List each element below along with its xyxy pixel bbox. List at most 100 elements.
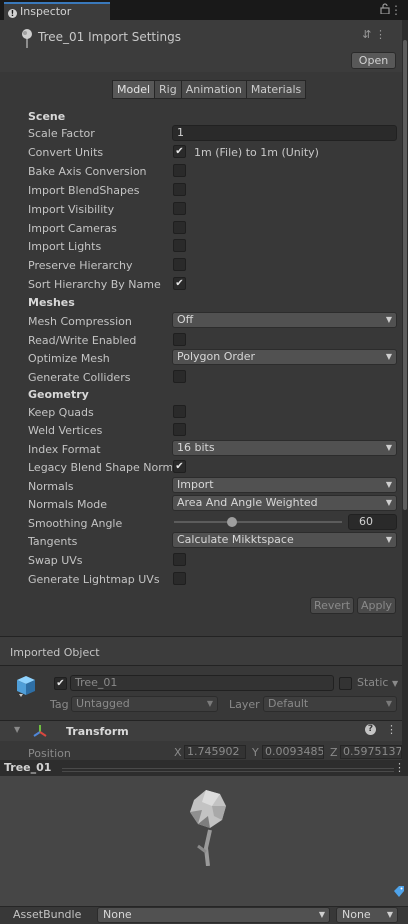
gameobject-name-field[interactable]: Tree_01 [70,675,334,691]
tree-model-preview [184,786,234,869]
read-write-label: Read/Write Enabled [28,334,137,347]
chevron-down-icon: ▼ [385,498,392,507]
lock-icon[interactable] [380,3,390,17]
smoothing-angle-label: Smoothing Angle [28,517,123,530]
chevron-down-icon: ▼ [386,910,393,919]
preview-drag-line [62,768,394,769]
preserve-hierarchy-checkbox[interactable] [173,258,186,271]
position-label: Position [28,747,71,760]
convert-units-label: Convert Units [28,146,104,159]
import-cameras-checkbox[interactable] [173,221,186,234]
assetbundle-dropdown[interactable]: None ▼ [97,907,330,923]
tag-value: Untagged [76,697,130,710]
import-lights-label: Import Lights [28,240,102,253]
mesh-compression-value: Off [177,313,194,326]
header-actions: ⇵ ⋮ [362,28,386,41]
import-blendshapes-label: Import BlendShapes [28,184,140,197]
smoothing-angle-input[interactable]: 60 [348,514,397,530]
chevron-down-icon: ▼ [385,699,392,708]
chevron-down-icon: ▼ [385,315,392,324]
tag-label: Tag [50,698,69,711]
foldout-arrow-icon[interactable]: ▼ [14,725,20,734]
inspector-tab[interactable]: ! Inspector [4,2,110,20]
pos-x-label: X [174,746,182,759]
assetbundle-label: AssetBundle [13,908,82,921]
mesh-compression-dropdown[interactable]: Off ▼ [172,312,397,328]
scrollbar-thumb[interactable] [403,40,407,510]
static-label[interactable]: Static ▼ [357,676,398,689]
keep-quads-checkbox[interactable] [173,405,186,418]
smoothing-slider-track[interactable] [174,521,342,523]
revert-button[interactable]: Revert [310,597,354,614]
chevron-down-icon: ▼ [391,679,399,688]
smoothing-slider-thumb[interactable] [227,517,237,527]
index-format-dropdown[interactable]: 16 bits ▼ [172,440,397,456]
static-text: Static [357,676,389,689]
inspector-header [0,20,402,72]
chevron-down-icon: ▼ [385,443,392,452]
pos-z-input[interactable]: 0.5975137 [340,745,402,759]
tangents-label: Tangents [28,535,78,548]
static-checkbox[interactable] [339,677,352,690]
component-menu-icon[interactable]: ⋮ [386,723,397,736]
apply-button[interactable]: Apply [357,597,396,614]
normals-mode-label: Normals Mode [28,498,107,511]
pos-y-input[interactable]: 0.0093485 [262,745,324,759]
convert-units-checkbox[interactable]: ✔ [173,145,186,158]
import-blendshapes-checkbox[interactable] [173,183,186,196]
transform-header[interactable] [0,721,402,741]
geometry-heading: Geometry [28,388,89,401]
pos-z-label: Z [330,746,338,759]
assetbundle-value: None [103,908,132,921]
scale-factor-input[interactable]: 1 [172,125,397,141]
tab-model[interactable]: Model [112,80,156,99]
optimize-mesh-value: Polygon Order [177,350,255,363]
weld-vertices-label: Weld Vertices [28,424,103,437]
position-row: X 1.745902 Y 0.0093485 Z 0.5975137 [172,745,402,760]
tab-rig[interactable]: Rig [154,80,182,99]
gameobject-active-checkbox[interactable]: ✔ [54,677,67,690]
import-tabs: Model Rig Animation Materials [112,80,307,99]
bake-axis-checkbox[interactable] [173,164,186,177]
transform-axes-icon [32,723,48,742]
help-icon[interactable]: ? [365,724,376,735]
normals-label: Normals [28,480,74,493]
normals-mode-dropdown[interactable]: Area And Angle Weighted ▼ [172,495,397,511]
layer-dropdown[interactable]: Default ▼ [263,696,397,712]
mesh-compression-label: Mesh Compression [28,315,132,328]
legacy-blend-label: Legacy Blend Shape Normals [28,461,172,474]
tangents-dropdown[interactable]: Calculate Mikktspace ▼ [172,532,397,548]
preview-menu-icon[interactable]: ⋮ [394,761,405,774]
scene-heading: Scene [28,110,66,123]
normals-dropdown[interactable]: Import ▼ [172,477,397,493]
tab-animation[interactable]: Animation [180,80,247,99]
window-menu-icon[interactable]: ⋮ [390,3,402,17]
import-lights-checkbox[interactable] [173,239,186,252]
meshes-heading: Meshes [28,296,75,309]
import-visibility-checkbox[interactable] [173,202,186,215]
generate-colliders-checkbox[interactable] [173,370,186,383]
sort-hierarchy-checkbox[interactable]: ✔ [173,277,186,290]
legacy-blend-checkbox[interactable]: ✔ [173,460,186,473]
open-button[interactable]: Open [351,52,396,69]
weld-vertices-checkbox[interactable] [173,423,186,436]
preset-settings-icon[interactable]: ⇵ [362,28,371,41]
section-divider [0,665,402,666]
keep-quads-label: Keep Quads [28,406,94,419]
lightmap-uvs-checkbox[interactable] [173,572,186,585]
transform-title: Transform [66,725,129,738]
chevron-down-icon: ▼ [206,699,213,708]
import-cameras-label: Import Cameras [28,222,117,235]
pos-x-input[interactable]: 1.745902 [184,745,246,759]
assetbundle-variant-dropdown[interactable]: None ▼ [336,907,398,923]
header-menu-icon[interactable]: ⋮ [375,28,386,41]
swap-uvs-checkbox[interactable] [173,553,186,566]
lightmap-uvs-label: Generate Lightmap UVs [28,573,160,586]
read-write-checkbox[interactable] [173,333,186,346]
chevron-down-icon: ▼ [385,352,392,361]
tab-materials[interactable]: Materials [245,80,307,99]
optimize-mesh-dropdown[interactable]: Polygon Order ▼ [172,349,397,365]
tag-dropdown[interactable]: Untagged ▼ [71,696,218,712]
asset-label-icon[interactable] [393,886,405,901]
import-visibility-label: Import Visibility [28,203,115,216]
